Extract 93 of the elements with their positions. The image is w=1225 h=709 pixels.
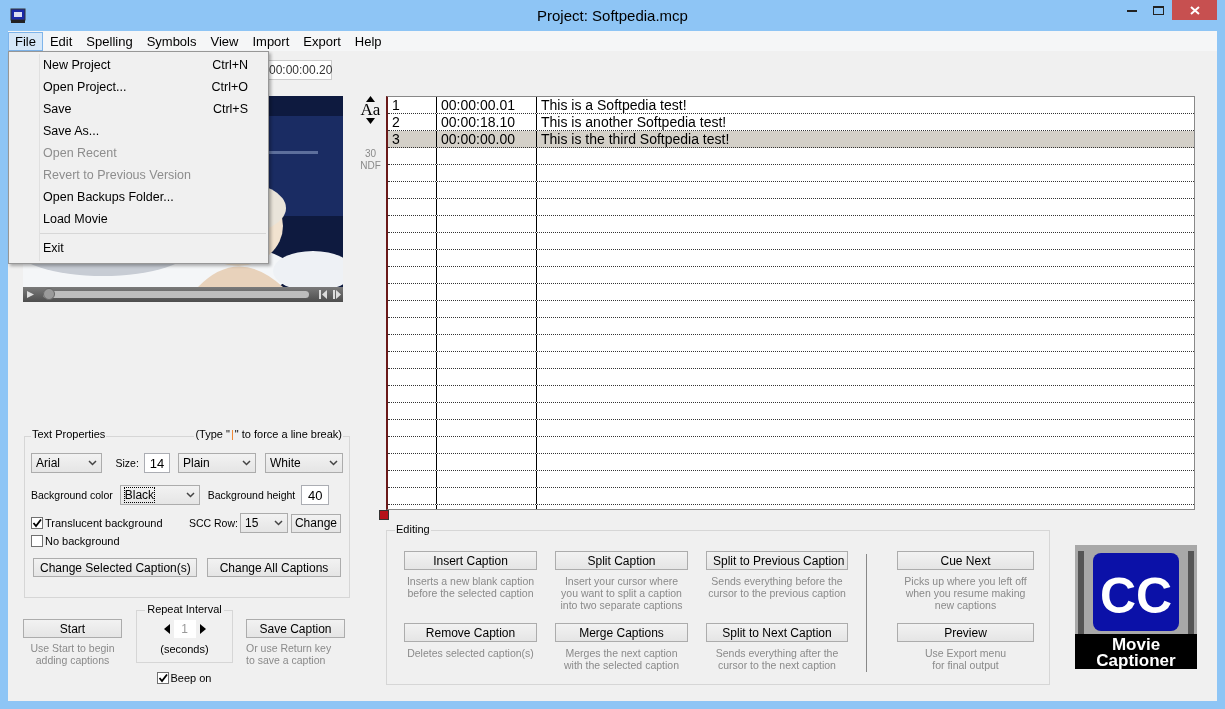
table-cell-text: This is another Softpedia test! <box>540 114 728 130</box>
resize-handle[interactable] <box>379 510 389 520</box>
menu-item[interactable]: New Project Ctrl+N <box>9 54 268 76</box>
action-button[interactable]: Remove Caption <box>404 623 537 642</box>
action-button[interactable]: Split Caption <box>555 551 688 570</box>
dropdown[interactable]: Black <box>119 485 200 505</box>
dropdown[interactable]: 15 <box>239 513 288 533</box>
menu-item[interactable]: View <box>203 31 246 51</box>
field-label: Background height <box>207 489 296 501</box>
action-button[interactable]: Split to Next Caption <box>706 623 848 642</box>
table-cell: 2 <box>388 114 437 130</box>
action-button[interactable]: Insert Caption <box>404 551 537 570</box>
hint-text: Deletes selected caption(s) <box>407 647 534 659</box>
caret-icon <box>185 492 195 498</box>
hint-text: Sends everything after the cursor to the next caption <box>715 647 839 671</box>
frame-rate-label: 30 NDF <box>360 148 381 172</box>
hint-text: Use Start to begin adding captions <box>30 642 115 666</box>
change-button[interactable]: Change <box>290 513 341 533</box>
menu-item[interactable]: Open Project... Ctrl+O <box>9 76 268 98</box>
checkbox-label: Beep on <box>170 672 212 684</box>
hint-text: Merges the next caption with the selected caption <box>564 647 679 671</box>
font-size-control[interactable]: Aa <box>360 96 381 124</box>
size-field[interactable]: 14 <box>143 453 170 473</box>
hint-text: Sends everything before the cursor to the previous caption <box>708 575 846 599</box>
table-cell: 1 <box>388 97 437 113</box>
hint-text: Or use Return key to save a caption <box>246 642 332 666</box>
triangle-up-icon <box>366 96 375 102</box>
checkbox-label: No background <box>45 535 120 547</box>
menu-item[interactable]: Symbols <box>139 31 204 51</box>
action-button[interactable]: Split to Previous Caption <box>706 551 848 570</box>
caret-icon <box>88 460 98 466</box>
menu-item[interactable]: Save Ctrl+S <box>9 98 268 120</box>
menu-item[interactable]: Open Backups Folder... <box>9 186 268 208</box>
change-all-button[interactable]: Change All Captions <box>207 558 341 577</box>
window-title: Project: Softpedia.mcp <box>537 7 688 24</box>
action-button[interactable]: Preview <box>897 623 1034 642</box>
table-cell: 00:00:00.01 <box>437 97 537 113</box>
caret-icon <box>329 460 338 466</box>
field-label: Size: <box>115 457 139 469</box>
hint-text: Insert your cursor where you want to split a caption into two separate captions <box>560 575 683 611</box>
app-icon <box>10 7 26 24</box>
table-cell-text: This is a Softpedia test! <box>540 97 688 113</box>
field-label: SCC Row: <box>188 517 238 529</box>
menu-item[interactable]: Export <box>296 31 348 51</box>
dropdown[interactable]: White <box>265 453 343 473</box>
field-label: Background color <box>31 489 113 501</box>
change-selected-button[interactable]: Change Selected Caption(s) <box>33 558 197 577</box>
caption-row[interactable]: 3 00:00:00.00 This is the third Softpedia test! <box>388 131 1194 148</box>
maximize-icon <box>1153 5 1164 15</box>
height-field[interactable]: 40 <box>301 485 330 505</box>
table-cell-text: This is the third Softpedia test! <box>540 131 731 147</box>
table-cell: 00:00:00.00 <box>437 131 537 147</box>
menu-item[interactable]: Load Movie <box>9 208 268 230</box>
save-caption-button[interactable]: Save Caption <box>246 619 345 638</box>
caret-icon <box>242 460 251 466</box>
group-title: Editing <box>395 523 431 535</box>
checkbox[interactable] <box>156 672 169 684</box>
seek-slider[interactable] <box>43 291 309 298</box>
checkbox[interactable] <box>31 517 43 529</box>
decrease-icon[interactable] <box>163 624 170 634</box>
menu-item[interactable]: Exit <box>9 237 268 259</box>
caret-icon <box>273 520 283 526</box>
action-button[interactable]: Merge Captions <box>555 623 688 642</box>
app-logo: CC Movie Captioner <box>1075 545 1197 669</box>
group-title: Repeat Interval <box>145 603 224 615</box>
step-forward-icon[interactable] <box>331 289 343 300</box>
caption-row[interactable]: 1 00:00:00.01 This is a Softpedia test! <box>388 97 1194 114</box>
menu-item[interactable]: Import <box>245 31 297 51</box>
seek-thumb[interactable] <box>43 288 55 300</box>
timecode-field[interactable]: 00:00:00.20 <box>268 60 332 80</box>
checkbox[interactable] <box>31 535 43 547</box>
table-cell: 00:00:18.10 <box>437 114 537 130</box>
hint-text: Inserts a new blank caption before the selected caption <box>406 575 535 599</box>
table-cell: 3 <box>388 131 437 147</box>
checkbox-label: Translucent background <box>45 517 163 529</box>
step-back-icon[interactable] <box>317 289 329 300</box>
minimize-icon <box>1126 8 1137 12</box>
action-button[interactable]: Cue Next <box>897 551 1034 570</box>
start-button[interactable]: Start <box>23 619 122 638</box>
unit-label: (seconds) <box>160 643 209 655</box>
menu-item[interactable]: Save As... <box>9 120 268 142</box>
dropdown[interactable]: Plain <box>178 453 256 473</box>
increase-icon[interactable] <box>199 624 206 634</box>
hint-text: Use Export menu for final output <box>924 647 1007 671</box>
close-button[interactable] <box>1172 0 1217 20</box>
close-icon <box>1189 5 1200 15</box>
dropdown[interactable]: Arial <box>31 453 103 473</box>
triangle-down-icon <box>366 118 375 124</box>
menu-item[interactable]: Spelling <box>79 31 140 51</box>
hint-text: Picks up where you left off when you resume making new captions <box>904 575 1027 611</box>
menu-item[interactable]: Help <box>347 31 389 51</box>
menu-item[interactable]: File <box>8 31 43 51</box>
menu-item[interactable]: Edit <box>42 31 80 51</box>
